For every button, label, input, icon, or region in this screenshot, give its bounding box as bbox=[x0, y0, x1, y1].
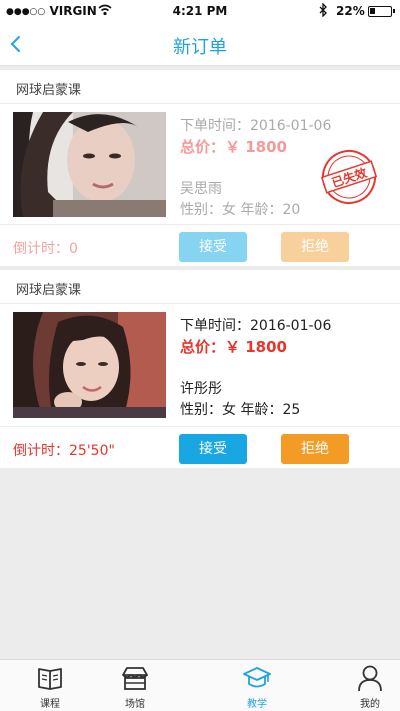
gender-age: 性别：女 年龄：20 bbox=[180, 202, 301, 218]
bluetooth-icon bbox=[319, 3, 327, 17]
accept-button[interactable]: 接受 bbox=[179, 232, 247, 262]
tab-label: 场馆 bbox=[125, 699, 145, 710]
order-time: 下单时间：2016-01-06 bbox=[180, 318, 332, 334]
tab-teaching[interactable]: 教学 bbox=[207, 660, 307, 711]
action-row: 倒计时：25'50" 接受 拒绝 bbox=[0, 426, 400, 468]
student-name: 吴思雨 bbox=[180, 181, 222, 197]
book-icon bbox=[38, 668, 62, 690]
reject-button[interactable]: 拒绝 bbox=[281, 434, 349, 464]
total-price: 总价：￥ 1800 bbox=[180, 138, 287, 156]
status-bar: ●●●○○ VIRGIN 4:21 PM 22% bbox=[0, 0, 400, 22]
tab-label: 我的 bbox=[360, 699, 380, 710]
countdown-timer: 倒计时：0 bbox=[13, 241, 78, 257]
course-name: 网球启蒙课 bbox=[0, 270, 400, 304]
countdown-timer: 倒计时：25'50" bbox=[13, 443, 115, 459]
order-card: 网球启蒙课 下单时间：2016-01-06 总价：￥ 1800 许彤彤 性别：女… bbox=[0, 270, 400, 468]
accept-button[interactable]: 接受 bbox=[179, 434, 247, 464]
reject-button[interactable]: 拒绝 bbox=[281, 232, 349, 262]
course-name: 网球启蒙课 bbox=[0, 70, 400, 104]
tab-bar: 课程 场馆 教学 我的 bbox=[0, 659, 400, 711]
tab-mine[interactable]: 我的 bbox=[320, 660, 400, 711]
battery-percentage: 22% bbox=[336, 4, 365, 18]
venue-store-icon bbox=[122, 667, 148, 690]
navigation-bar: 新订单 bbox=[0, 22, 400, 66]
expired-stamp: 已失效 bbox=[320, 150, 378, 204]
graduation-cap-icon bbox=[243, 667, 271, 688]
battery-icon bbox=[368, 6, 395, 17]
tab-venues[interactable]: 场馆 bbox=[85, 660, 185, 711]
student-name: 许彤彤 bbox=[180, 381, 222, 397]
total-price: 总价：￥ 1800 bbox=[180, 338, 287, 356]
person-icon bbox=[358, 665, 382, 692]
tab-label: 教学 bbox=[247, 699, 267, 710]
order-time: 下单时间：2016-01-06 bbox=[180, 118, 332, 134]
action-row: 倒计时：0 接受 拒绝 bbox=[0, 224, 400, 266]
gender-age: 性别：女 年龄：25 bbox=[180, 402, 301, 418]
student-photo bbox=[13, 312, 166, 418]
page-title: 新订单 bbox=[173, 37, 227, 58]
student-photo bbox=[13, 112, 166, 217]
order-card: 网球启蒙课 下单时间：2016-01-06 总价：￥ 1800 吴思雨 性别：女… bbox=[0, 70, 400, 266]
